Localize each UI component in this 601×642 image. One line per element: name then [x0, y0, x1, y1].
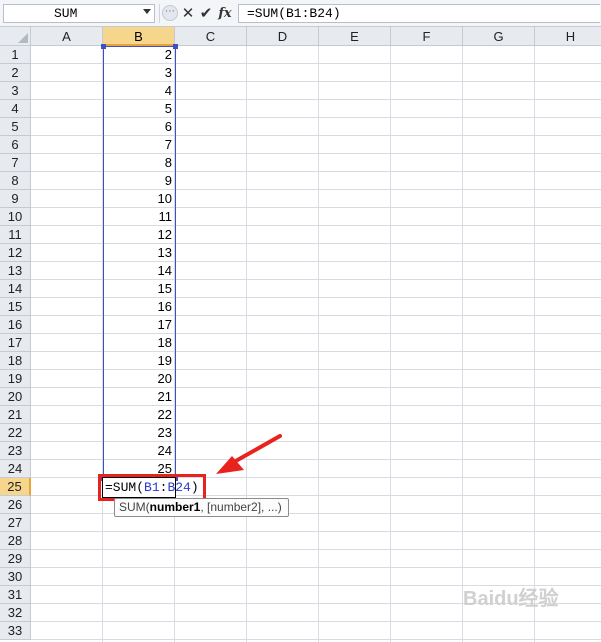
row-header-33[interactable]: 33: [0, 622, 31, 640]
row-header-11[interactable]: 11: [0, 226, 31, 244]
row-header-2[interactable]: 2: [0, 64, 31, 82]
row-header-16[interactable]: 16: [0, 316, 31, 334]
row-header-12[interactable]: 12: [0, 244, 31, 262]
gridline: [31, 549, 601, 550]
row-header-30[interactable]: 30: [0, 568, 31, 586]
column-header-d[interactable]: D: [247, 27, 319, 46]
row-header-4[interactable]: 4: [0, 100, 31, 118]
tooltip-arg-current[interactable]: number1: [150, 500, 201, 514]
formula-bar-expand-icon[interactable]: ⋯: [162, 5, 178, 21]
function-tooltip[interactable]: SUM(number1, [number2], ...): [114, 498, 289, 517]
cancel-x-icon[interactable]: ✕: [180, 4, 196, 23]
column-header-f[interactable]: F: [391, 27, 463, 46]
row-header-28[interactable]: 28: [0, 532, 31, 550]
fx-icon[interactable]: fx: [216, 4, 234, 23]
row-header-5[interactable]: 5: [0, 118, 31, 136]
row-header-20[interactable]: 20: [0, 388, 31, 406]
column-header-h[interactable]: H: [535, 27, 601, 46]
formula-bar-separator: [159, 4, 160, 23]
formula-bar: SUM ⋯ ✕ ✔ fx =SUM(B1:B24): [0, 0, 601, 27]
range-handle[interactable]: [173, 44, 178, 49]
column-header-a[interactable]: A: [31, 27, 103, 46]
row-header-17[interactable]: 17: [0, 334, 31, 352]
row-header-32[interactable]: 32: [0, 604, 31, 622]
column-header-g[interactable]: G: [463, 27, 535, 46]
checkmark-icon[interactable]: ✔: [198, 4, 214, 23]
highlight-box: [98, 474, 206, 501]
gridline: [31, 567, 601, 568]
watermark: Baidu经验: [463, 588, 559, 610]
row-header-9[interactable]: 9: [0, 190, 31, 208]
row-header-7[interactable]: 7: [0, 154, 31, 172]
row-header-25[interactable]: 25: [0, 478, 31, 496]
tooltip-function[interactable]: SUM(: [119, 500, 150, 514]
row-header-8[interactable]: 8: [0, 172, 31, 190]
row-header-29[interactable]: 29: [0, 550, 31, 568]
row-header-18[interactable]: 18: [0, 352, 31, 370]
row-header-22[interactable]: 22: [0, 424, 31, 442]
gridline: [31, 639, 601, 640]
gridline: [31, 621, 601, 622]
row-header-1[interactable]: 1: [0, 46, 31, 64]
formula-input[interactable]: =SUM(B1:B24): [238, 4, 600, 23]
referenced-range-b1-b24: [103, 46, 176, 479]
row-header-19[interactable]: 19: [0, 370, 31, 388]
row-header-15[interactable]: 15: [0, 298, 31, 316]
row-header-10[interactable]: 10: [0, 208, 31, 226]
range-handle[interactable]: [101, 44, 106, 49]
row-header-6[interactable]: 6: [0, 136, 31, 154]
gridline: [31, 531, 601, 532]
row-header-13[interactable]: 13: [0, 262, 31, 280]
row-header-3[interactable]: 3: [0, 82, 31, 100]
column-header-e[interactable]: E: [319, 27, 391, 46]
row-header-31[interactable]: 31: [0, 586, 31, 604]
row-header-21[interactable]: 21: [0, 406, 31, 424]
row-header-27[interactable]: 27: [0, 514, 31, 532]
row-header-26[interactable]: 26: [0, 496, 31, 514]
name-box[interactable]: SUM: [3, 4, 155, 23]
row-header-23[interactable]: 23: [0, 442, 31, 460]
name-box-dropdown-icon[interactable]: [143, 9, 151, 14]
row-header-14[interactable]: 14: [0, 280, 31, 298]
annotation-arrow-icon: [216, 434, 282, 474]
row-header-24[interactable]: 24: [0, 460, 31, 478]
tooltip-args-rest: , [number2], ...): [200, 500, 282, 514]
select-all-corner[interactable]: [0, 27, 31, 46]
column-header-c[interactable]: C: [175, 27, 247, 46]
column-header-b[interactable]: B: [103, 27, 175, 46]
